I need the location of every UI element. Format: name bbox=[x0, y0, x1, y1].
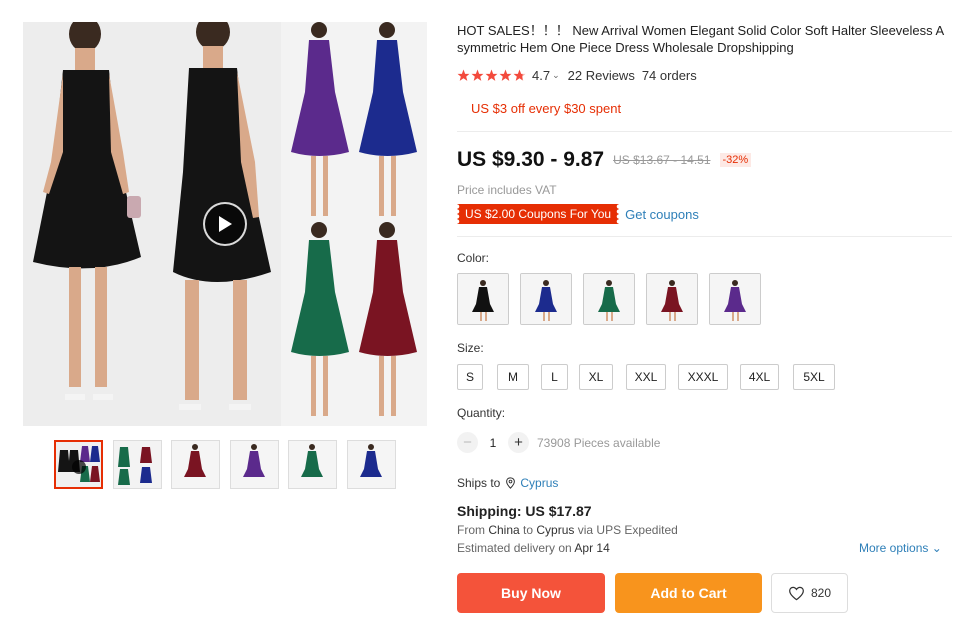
size-option[interactable]: L bbox=[541, 364, 568, 390]
size-option[interactable]: XXXL bbox=[678, 364, 728, 390]
thumbnail-image bbox=[114, 441, 161, 488]
add-to-cart-button[interactable]: Add to Cart bbox=[615, 573, 762, 613]
thumbnail-image bbox=[289, 441, 336, 488]
star-icon bbox=[485, 69, 498, 81]
color-label: Color: bbox=[457, 251, 490, 265]
product-title: HOT SALES！！！ New Arrival Women Elegant S… bbox=[457, 23, 945, 55]
size-label: Size: bbox=[457, 341, 484, 355]
original-price: US $13.67 - 14.51 bbox=[613, 153, 711, 167]
ships-to-row: Ships to Cyprus bbox=[457, 476, 558, 490]
color-option-green[interactable] bbox=[583, 273, 635, 325]
thumbnail-play-icon bbox=[72, 460, 86, 474]
stock-available: 73908 Pieces available bbox=[537, 435, 661, 450]
dress-thumbnail bbox=[458, 274, 508, 324]
star-icon bbox=[513, 69, 526, 81]
delivery-date: Apr 14 bbox=[574, 541, 610, 555]
more-options-link[interactable]: More options ⌄ bbox=[859, 541, 942, 555]
shipping-cost: Shipping: US $17.87 bbox=[457, 503, 592, 519]
quantity-increase-button[interactable]: + bbox=[508, 432, 529, 453]
star-icon bbox=[499, 69, 512, 81]
color-option-black[interactable] bbox=[457, 273, 509, 325]
vat-note: Price includes VAT bbox=[457, 183, 557, 197]
size-option[interactable]: XL bbox=[579, 364, 613, 390]
quantity-value[interactable]: 1 bbox=[478, 436, 508, 450]
reviews-link[interactable]: 22 Reviews bbox=[568, 68, 635, 83]
discount-badge: -32% bbox=[719, 153, 752, 167]
size-option[interactable]: XXL bbox=[626, 364, 666, 390]
wishlist-button[interactable]: 820 bbox=[771, 573, 848, 613]
chevron-down-icon: ⌄ bbox=[931, 541, 942, 555]
price-row: US $9.30 - 9.87 US $13.67 - 14.51 -32% bbox=[457, 148, 752, 172]
current-price: US $9.30 - 9.87 bbox=[457, 148, 605, 171]
size-option[interactable]: 5XL bbox=[793, 364, 835, 390]
divider bbox=[457, 131, 952, 132]
more-options-label: More options bbox=[859, 541, 929, 555]
location-pin-icon bbox=[506, 477, 516, 489]
thumbnail-strip bbox=[54, 440, 404, 489]
size-option[interactable]: M bbox=[497, 364, 529, 390]
quantity-label: Quantity: bbox=[457, 406, 506, 420]
destination-country: Cyprus bbox=[536, 523, 575, 537]
dress-thumbnail bbox=[584, 274, 634, 324]
thumbnail-video[interactable] bbox=[54, 440, 103, 489]
size-option[interactable]: S bbox=[457, 364, 483, 390]
divider bbox=[457, 236, 952, 237]
shipping-method: via UPS Expedited bbox=[574, 523, 678, 537]
star-icon bbox=[457, 69, 470, 81]
size-option[interactable]: 4XL bbox=[740, 364, 779, 390]
chevron-down-icon[interactable]: ⌄ bbox=[552, 70, 560, 81]
dress-thumbnail bbox=[647, 274, 697, 324]
main-product-image[interactable] bbox=[23, 22, 427, 426]
shipping-route: From China to Cyprus via UPS Expedited bbox=[457, 523, 678, 537]
dress-thumbnail bbox=[710, 274, 760, 324]
ships-to-label: Ships to bbox=[457, 476, 501, 490]
video-play-button[interactable] bbox=[203, 202, 247, 246]
thumbnail-5[interactable] bbox=[288, 440, 337, 489]
get-coupons-link[interactable]: Get coupons bbox=[625, 207, 699, 222]
star-icon bbox=[471, 69, 484, 81]
thumbnail-2[interactable] bbox=[113, 440, 162, 489]
origin-country: China bbox=[488, 523, 520, 537]
thumbnail-3[interactable] bbox=[171, 440, 220, 489]
shipping-route-to: to bbox=[519, 523, 537, 537]
delivery-prefix: Estimated delivery on bbox=[457, 541, 575, 555]
wishlist-count: 820 bbox=[810, 586, 832, 600]
coupon-tag[interactable]: US $2.00 Coupons For You bbox=[457, 204, 620, 224]
coupon-row: US $2.00 Coupons For You Get coupons bbox=[457, 204, 699, 224]
rating-row: 4.7 ⌄ 22 Reviews 74 orders bbox=[457, 67, 697, 83]
thumbnail-image bbox=[172, 441, 219, 488]
play-icon bbox=[219, 216, 232, 232]
quantity-decrease-button[interactable]: − bbox=[457, 432, 478, 453]
product-info: HOT SALES！！！ New Arrival Women Elegant S… bbox=[457, 22, 952, 613]
shipping-route-prefix: From bbox=[457, 523, 489, 537]
thumbnail-image bbox=[231, 441, 278, 488]
thumbnail-6[interactable] bbox=[347, 440, 396, 489]
color-option-burgundy[interactable] bbox=[646, 273, 698, 325]
rating-value: 4.7 bbox=[532, 67, 551, 83]
thumbnail-image bbox=[348, 441, 395, 488]
color-option-blue[interactable] bbox=[520, 273, 572, 325]
estimated-delivery: Estimated delivery on Apr 14 bbox=[457, 541, 610, 555]
thumbnail-4[interactable] bbox=[230, 440, 279, 489]
quantity-stepper: − 1 + 73908 Pieces available bbox=[457, 432, 660, 453]
rating-stars[interactable] bbox=[457, 69, 526, 82]
heart-icon bbox=[789, 586, 804, 600]
color-option-purple[interactable] bbox=[709, 273, 761, 325]
buy-now-button[interactable]: Buy Now bbox=[457, 573, 605, 613]
store-promotion[interactable]: US $3 off every $30 spent bbox=[471, 101, 621, 116]
orders-count: 74 orders bbox=[641, 67, 697, 83]
ships-to-country-link[interactable]: Cyprus bbox=[520, 476, 558, 490]
dress-thumbnail bbox=[521, 274, 571, 324]
